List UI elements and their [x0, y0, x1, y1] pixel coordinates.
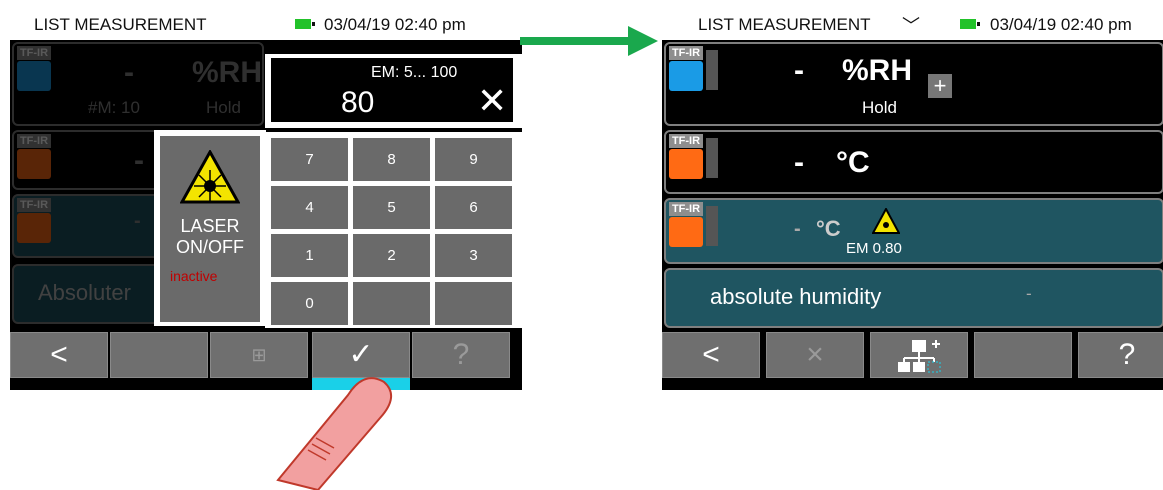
- em-value-field[interactable]: 80: [341, 86, 374, 120]
- thermometer-icon: [17, 149, 51, 179]
- row-value: -: [124, 56, 134, 89]
- thermometer-icon: [669, 217, 703, 247]
- row-unit: °C: [836, 146, 870, 179]
- measurement-row-temp2[interactable]: TF-IR BL -: [12, 194, 162, 258]
- probe-icon: [706, 206, 718, 246]
- sensor-badge: TF-IR BL: [17, 134, 75, 180]
- sensor-badge: TF-IR BL: [17, 46, 75, 92]
- key-2[interactable]: 2: [353, 234, 430, 277]
- status-bar: LIST MEASUREMENT ﹀ 03/04/19 02:40 pm: [662, 8, 1163, 40]
- close-icon[interactable]: ✕: [477, 80, 507, 122]
- bottom-toolbar: < ⊞ ✓ ?: [10, 328, 522, 390]
- measurement-row-temp1[interactable]: TF-IR BL - °C: [664, 130, 1163, 194]
- key-4[interactable]: 4: [271, 186, 348, 229]
- sensor-label: TF-IR BL: [17, 46, 51, 73]
- key-1[interactable]: 1: [271, 234, 348, 277]
- measurement-row-humidity[interactable]: TF-IR BL - %RH #M: 10 Hold: [12, 42, 264, 126]
- row-value: -: [1026, 284, 1032, 303]
- finger-pointer-icon: [276, 377, 392, 490]
- hold-label: Hold: [862, 98, 897, 117]
- battery-icon: [295, 19, 315, 29]
- empty-button: [974, 332, 1072, 378]
- add-button[interactable]: +: [928, 74, 952, 98]
- battery-icon: [960, 19, 980, 29]
- chevron-down-icon[interactable]: ﹀: [902, 12, 920, 38]
- key-7[interactable]: 7: [271, 138, 348, 181]
- humidity-drop-icon: [669, 61, 703, 91]
- em-input-box[interactable]: EM: 5... 100 80 ✕: [265, 54, 522, 128]
- sensor-label: TF-IR BL: [669, 134, 703, 161]
- tree-icon[interactable]: [870, 332, 968, 378]
- key-5[interactable]: 5: [353, 186, 430, 229]
- thermometer-icon: [669, 149, 703, 179]
- empty-button: [110, 332, 208, 378]
- left-screen: LIST MEASUREMENT 03/04/19 02:40 pm TF-IR…: [10, 8, 522, 390]
- measurement-row-temp1[interactable]: TF-IR BL -: [12, 130, 162, 190]
- row-value: -: [134, 210, 141, 232]
- key-blank: [435, 282, 512, 325]
- datetime: 03/04/19 02:40 pm: [990, 15, 1132, 34]
- sensor-badge: TF-IR BL: [669, 134, 727, 180]
- help-button[interactable]: ?: [1078, 332, 1163, 378]
- status-title: LIST MEASUREMENT: [698, 15, 871, 34]
- sensor-badge: TF-IR BL: [669, 46, 727, 92]
- datetime: 03/04/19 02:40 pm: [324, 15, 466, 34]
- key-0[interactable]: 0: [271, 282, 348, 325]
- row-unit: °C: [816, 216, 841, 241]
- status-title: LIST MEASUREMENT: [34, 15, 207, 34]
- probe-icon: [706, 50, 718, 90]
- measure-count: #M: 10: [88, 98, 140, 117]
- laser-label: LASER ON/OFF: [176, 216, 244, 257]
- sensor-badge: TF-IR BL: [17, 198, 75, 244]
- bottom-toolbar: < × ?: [662, 328, 1163, 390]
- sensor-label: TF-IR BL: [669, 46, 703, 73]
- sensor-label: TF-IR BL: [669, 202, 703, 229]
- laser-warning-icon: [180, 150, 240, 204]
- em-range: EM: 5... 100: [371, 64, 458, 81]
- laser-warning-icon: [872, 208, 900, 234]
- laser-state: inactive: [170, 268, 218, 284]
- row-value: -: [794, 218, 801, 240]
- back-button[interactable]: <: [662, 332, 760, 378]
- back-button[interactable]: <: [10, 332, 108, 378]
- status-bar: LIST MEASUREMENT 03/04/19 02:40 pm: [10, 8, 522, 40]
- row-unit: %RH: [192, 56, 263, 89]
- help-button[interactable]: ?: [412, 332, 510, 378]
- sensor-label: TF-IR BL: [17, 134, 51, 161]
- measurement-row-absolute[interactable]: absolute humidity -: [664, 268, 1163, 328]
- hold-label: Hold: [206, 98, 241, 117]
- close-button[interactable]: ×: [766, 332, 864, 378]
- key-blank: [353, 282, 430, 325]
- key-8[interactable]: 8: [353, 138, 430, 181]
- sensor-badge: TF-IR BL: [669, 202, 727, 248]
- row-value: -: [794, 54, 804, 87]
- right-screen: LIST MEASUREMENT ﹀ 03/04/19 02:40 pm TF-…: [662, 8, 1163, 390]
- sensor-label: TF-IR BL: [17, 198, 51, 225]
- row-label: absolute humidity: [710, 284, 882, 309]
- row-unit: %RH: [842, 54, 913, 87]
- em-value: EM 0.80: [846, 240, 902, 257]
- humidity-drop-icon: [17, 61, 51, 91]
- measurement-row-humidity[interactable]: TF-IR BL - %RH Hold +: [664, 42, 1163, 126]
- measurement-row-temp2[interactable]: TF-IR BL - °C EM 0.80: [664, 198, 1163, 264]
- measurement-row-absolute[interactable]: Absoluter: [12, 264, 162, 324]
- row-label: Absoluter: [38, 280, 131, 305]
- probe-icon: [706, 138, 718, 178]
- key-3[interactable]: 3: [435, 234, 512, 277]
- thermometer-icon: [17, 213, 51, 243]
- key-6[interactable]: 6: [435, 186, 512, 229]
- laser-panel[interactable]: LASER ON/OFF inactive: [154, 130, 266, 326]
- numeric-keypad: 7 8 9 4 5 6 1 2 3 0: [265, 132, 522, 328]
- row-value: -: [134, 144, 144, 177]
- key-9[interactable]: 9: [435, 138, 512, 181]
- transition-arrow-icon: [520, 26, 658, 56]
- row-value: -: [794, 146, 804, 179]
